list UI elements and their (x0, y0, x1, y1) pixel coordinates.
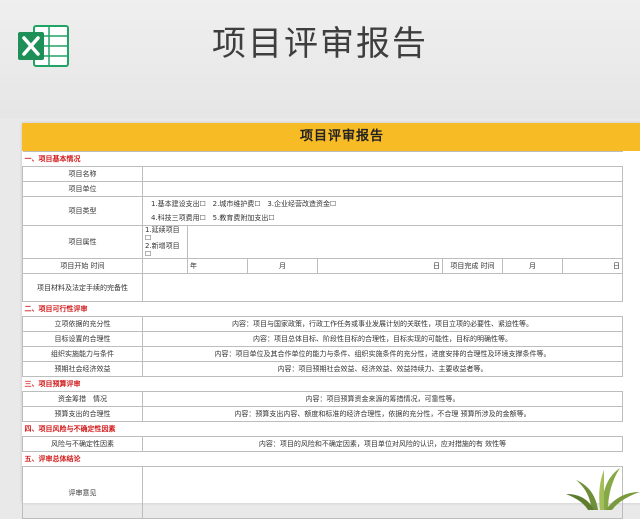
type-option-5[interactable]: 5.教育费附加支出☐ (213, 214, 275, 222)
section-budget: 三、项目预算评审 (22, 376, 623, 392)
section-risk: 四、项目风险与不确定性因素 (22, 421, 623, 437)
start-day: 日 (317, 258, 443, 274)
type-option-1[interactable]: 1.基本建设支出☐ (151, 200, 206, 208)
section-basic: 一、项目基本情况 (22, 151, 623, 167)
project-type-label: 项目类型 (22, 196, 143, 226)
start-year: 年 (187, 258, 248, 274)
start-time-label: 项目开始 时间 (22, 258, 143, 274)
feas-label-2: 目标设置的合理性 (22, 331, 143, 347)
end-day: 日 (562, 258, 623, 274)
risk-content-1[interactable]: 内容：项目的风险和不确定因素，项目单位对风险的认识，应对措施的有 效性等 (142, 436, 623, 452)
project-name-label: 项目名称 (22, 166, 143, 182)
risk-label-1: 风险与不确定性因素 (22, 436, 143, 452)
review-table: 一、项目基本情况 项目名称 项目单位 项目类型 1.基本建设支出☐ 2.城市维护… (22, 151, 623, 519)
project-unit-label: 项目单位 (22, 181, 143, 197)
budget-label-1: 资金筹措 情况 (22, 391, 143, 407)
budget-content-2[interactable]: 内容：预算支出内容、额度和标准的经济合理性，依据的充分性，不合理 预算所涉及的金… (142, 406, 623, 422)
feas-content-4[interactable]: 内容：项目预期社会效益、经济效益、效益持续力、主要收益者等。 (142, 361, 623, 377)
feas-label-3: 组织实施能力与条件 (22, 346, 143, 362)
project-type-cell[interactable]: 1.基本建设支出☐ 2.城市维护费☐ 3.企业经营改造资金☐ 4.科技三项费用☐… (142, 196, 623, 226)
attr-option-2[interactable]: 2.新增项目☐ (145, 242, 180, 258)
project-attr-blank[interactable] (187, 225, 623, 259)
conclusion-cell[interactable] (142, 466, 623, 519)
project-unit-cell[interactable] (142, 181, 623, 197)
page-title: 项目评审报告 (212, 24, 428, 64)
end-time-label: 项目完成 时间 (442, 258, 503, 274)
sheet-title: 项目评审报告 (22, 123, 640, 151)
end-month: 月 (502, 258, 563, 274)
feas-content-1[interactable]: 内容：项目与国家政策，行政工作任务或事业发展计划的关联性，项目立项的必要性、紧迫… (142, 316, 623, 332)
title-banner: 项目评审报告 (0, 0, 640, 118)
docs-cell[interactable] (142, 273, 623, 302)
feas-label-4: 预期社会经济效益 (22, 361, 143, 377)
budget-label-2: 预算支出的合理性 (22, 406, 143, 422)
budget-content-1[interactable]: 内容：项目预算资金来源的筹措情况，可靠性等。 (142, 391, 623, 407)
spreadsheet: 项目评审报告 一、项目基本情况 项目名称 项目单位 项目类型 1.基本建设支出☐… (22, 123, 640, 519)
feas-label-1: 立项依据的充分性 (22, 316, 143, 332)
project-attr-label: 项目属性 (22, 225, 143, 259)
project-attr-cell[interactable]: 1.延续项目☐ 2.新增项目☐ (142, 225, 188, 259)
type-option-2[interactable]: 2.城市维护费☐ (213, 200, 261, 208)
section-feasibility: 二、项目可行性评审 (22, 301, 623, 317)
docs-label: 项目材料及法定手续的完备性 (22, 273, 143, 302)
type-option-3[interactable]: 3.企业经营改造资金☐ (267, 200, 336, 208)
section-conclusion: 五、评审总体结论 (22, 451, 623, 467)
attr-option-1[interactable]: 1.延续项目☐ (145, 226, 180, 242)
start-month: 月 (247, 258, 318, 274)
feas-content-3[interactable]: 内容：项目单位及其合作单位的能力与条件、组织实施条件的充分性，进度安排的合理性及… (142, 346, 623, 362)
project-name-cell[interactable] (142, 166, 623, 182)
type-option-4[interactable]: 4.科技三项费用☐ (151, 214, 206, 222)
start-blank[interactable] (142, 258, 188, 274)
feas-content-2[interactable]: 内容：项目总体目标、阶段性目标的合理性，目标实现的可能性，目标的明确性等。 (142, 331, 623, 347)
conclusion-label: 评审意见 (22, 466, 143, 519)
